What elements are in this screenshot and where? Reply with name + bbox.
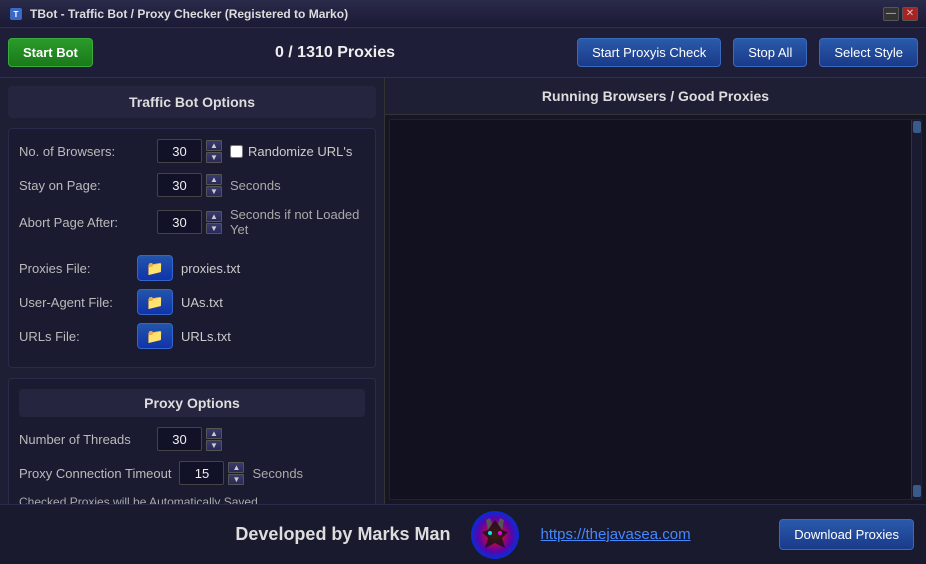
threads-up-btn[interactable]: ▲ xyxy=(206,428,222,439)
traffic-bot-options: No. of Browsers: ▲ ▼ Randomize URL's Sta… xyxy=(8,128,376,368)
abort-label: Abort Page After: xyxy=(19,215,149,230)
title-text: TBot - Traffic Bot / Proxy Checker (Regi… xyxy=(30,7,348,21)
download-proxies-button[interactable]: Download Proxies xyxy=(779,519,914,550)
right-panel-title: Running Browsers / Good Proxies xyxy=(385,78,926,115)
randomize-checkbox[interactable] xyxy=(230,145,243,158)
browsers-row: No. of Browsers: ▲ ▼ Randomize URL's xyxy=(19,139,365,163)
start-proxies-button[interactable]: Start Proxyis Check xyxy=(577,38,721,67)
wolf-logo xyxy=(470,510,520,560)
abort-spinner-btns: ▲ ▼ xyxy=(206,211,222,234)
abort-up-btn[interactable]: ▲ xyxy=(206,211,222,222)
urls-file-button[interactable]: 📁 xyxy=(137,323,173,349)
app-icon: T xyxy=(8,6,24,22)
title-bar: T TBot - Traffic Bot / Proxy Checker (Re… xyxy=(0,0,926,28)
title-controls: — ✕ xyxy=(883,7,918,21)
urls-file-label: URLs File: xyxy=(19,329,129,344)
timeout-label: Proxy Connection Timeout xyxy=(19,466,171,481)
browsers-input[interactable] xyxy=(157,139,202,163)
scroll-bar-right[interactable] xyxy=(911,120,921,499)
threads-spinner: ▲ ▼ xyxy=(157,427,222,451)
stay-spinner-btns: ▲ ▼ xyxy=(206,174,222,197)
timeout-spinner: ▲ ▼ xyxy=(179,461,244,485)
stay-input[interactable] xyxy=(157,173,202,197)
start-bot-button[interactable]: Start Bot xyxy=(8,38,93,67)
ua-file-name: UAs.txt xyxy=(181,295,223,310)
threads-down-btn[interactable]: ▼ xyxy=(206,440,222,451)
stay-up-btn[interactable]: ▲ xyxy=(206,174,222,185)
timeout-suffix: Seconds xyxy=(252,466,303,481)
scroll-thumb-bottom xyxy=(913,485,921,497)
proxies-file-button[interactable]: 📁 xyxy=(137,255,173,281)
proxy-count: 0 / 1310 Proxies xyxy=(105,44,565,62)
left-panel: Traffic Bot Options No. of Browsers: ▲ ▼… xyxy=(0,78,385,504)
threads-row: Number of Threads ▲ ▼ xyxy=(19,427,365,451)
stop-all-button[interactable]: Stop All xyxy=(733,38,807,67)
bottom-bar: Developed by Marks Man https://thejavase… xyxy=(0,504,926,564)
abort-down-btn[interactable]: ▼ xyxy=(206,223,222,234)
dev-text: Developed by Marks Man xyxy=(235,524,450,545)
stay-row: Stay on Page: ▲ ▼ Seconds xyxy=(19,173,365,197)
abort-spinner: ▲ ▼ xyxy=(157,210,222,234)
stay-down-btn[interactable]: ▼ xyxy=(206,186,222,197)
stay-label: Stay on Page: xyxy=(19,178,149,193)
randomize-wrapper: Randomize URL's xyxy=(230,144,352,159)
timeout-spinner-btns: ▲ ▼ xyxy=(228,462,244,485)
stay-suffix: Seconds xyxy=(230,178,281,193)
proxies-file-name: proxies.txt xyxy=(181,261,240,276)
timeout-input[interactable] xyxy=(179,461,224,485)
close-button[interactable]: ✕ xyxy=(902,7,918,21)
toolbar: Start Bot 0 / 1310 Proxies Start Proxyis… xyxy=(0,28,926,78)
browsers-label: No. of Browsers: xyxy=(19,144,149,159)
timeout-up-btn[interactable]: ▲ xyxy=(228,462,244,473)
proxy-options-title: Proxy Options xyxy=(19,389,365,417)
threads-label: Number of Threads xyxy=(19,432,149,447)
ua-file-label: User-Agent File: xyxy=(19,295,129,310)
scroll-thumb-top xyxy=(913,121,921,133)
abort-suffix: Seconds if not Loaded Yet xyxy=(230,207,365,237)
main-content: Traffic Bot Options No. of Browsers: ▲ ▼… xyxy=(0,78,926,504)
title-bar-left: T TBot - Traffic Bot / Proxy Checker (Re… xyxy=(8,6,348,22)
select-style-button[interactable]: Select Style xyxy=(819,38,918,67)
proxy-display-area xyxy=(389,119,922,500)
proxies-file-row: Proxies File: 📁 proxies.txt xyxy=(19,255,365,281)
threads-spinner-btns: ▲ ▼ xyxy=(206,428,222,451)
svg-text:T: T xyxy=(14,10,19,19)
dev-link[interactable]: https://thejavasea.com xyxy=(540,526,690,543)
proxies-file-label: Proxies File: xyxy=(19,261,129,276)
threads-input[interactable] xyxy=(157,427,202,451)
browsers-spinner: ▲ ▼ xyxy=(157,139,222,163)
abort-input[interactable] xyxy=(157,210,202,234)
traffic-bot-title: Traffic Bot Options xyxy=(8,86,376,118)
abort-row: Abort Page After: ▲ ▼ Seconds if not Loa… xyxy=(19,207,365,237)
timeout-row: Proxy Connection Timeout ▲ ▼ Seconds xyxy=(19,461,365,485)
timeout-down-btn[interactable]: ▼ xyxy=(228,474,244,485)
minimize-button[interactable]: — xyxy=(883,7,899,21)
randomize-label: Randomize URL's xyxy=(248,144,352,159)
ua-file-row: User-Agent File: 📁 UAs.txt xyxy=(19,289,365,315)
right-panel: Running Browsers / Good Proxies xyxy=(385,78,926,504)
stay-spinner: ▲ ▼ xyxy=(157,173,222,197)
browsers-up-btn[interactable]: ▲ xyxy=(206,140,222,151)
urls-file-row: URLs File: 📁 URLs.txt xyxy=(19,323,365,349)
browsers-down-btn[interactable]: ▼ xyxy=(206,152,222,163)
browsers-spinner-btns: ▲ ▼ xyxy=(206,140,222,163)
urls-file-name: URLs.txt xyxy=(181,329,231,344)
ua-file-button[interactable]: 📁 xyxy=(137,289,173,315)
